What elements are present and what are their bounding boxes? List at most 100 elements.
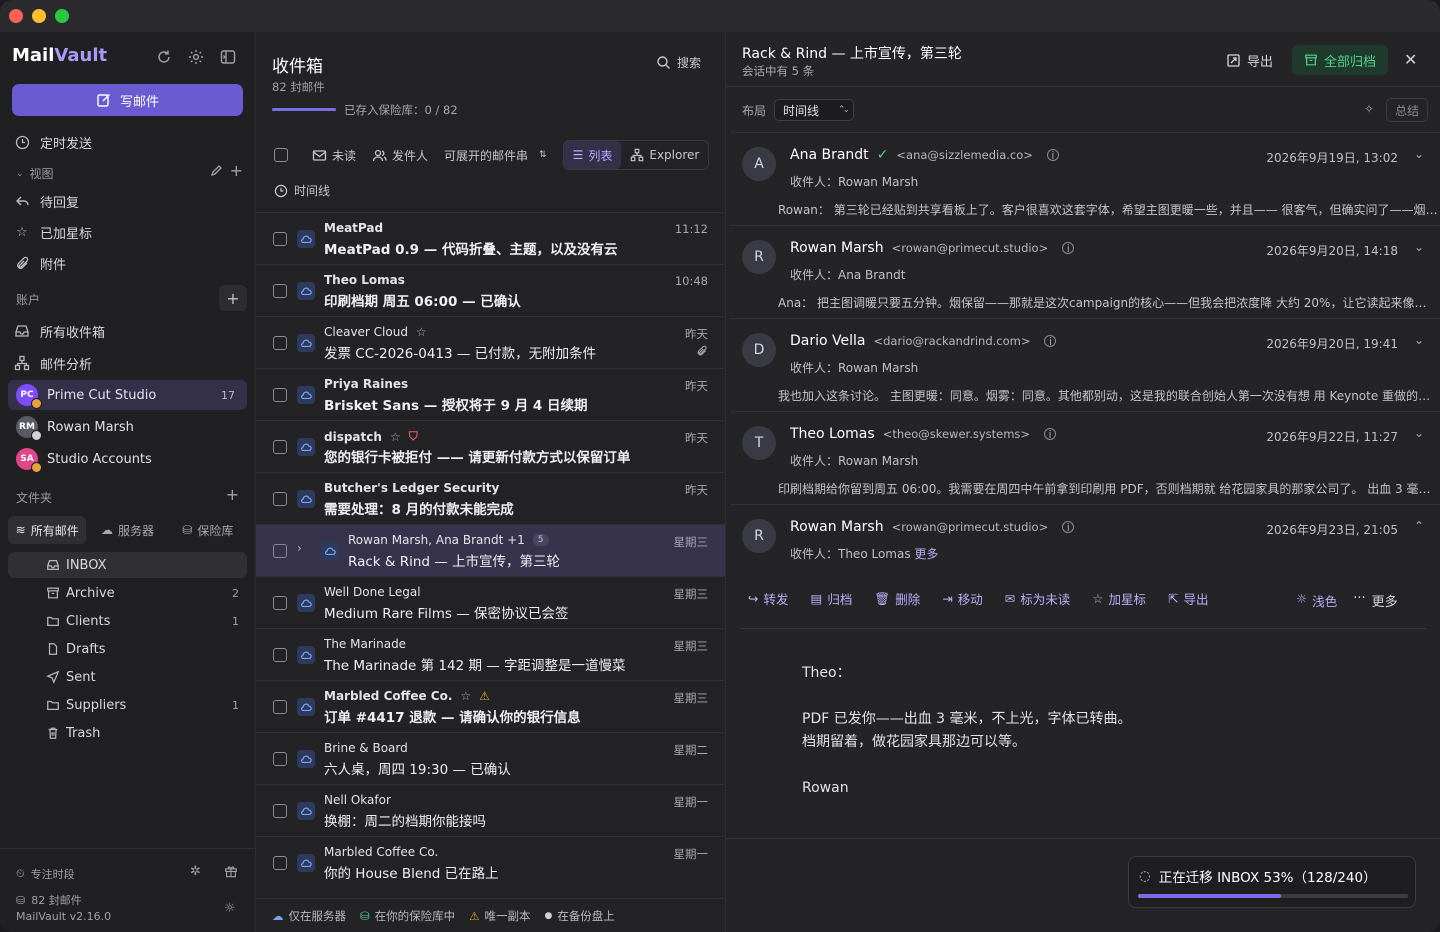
folder-trash[interactable]: Trash <box>8 720 247 746</box>
info-icon[interactable]: i <box>1046 149 1059 162</box>
list-item[interactable]: The Marinade The Marinade 第 142 期 — 字距调整是… <box>256 628 725 680</box>
list-item[interactable]: Well Done Legal Medium Rare Films — 保密协议已… <box>256 576 725 628</box>
star-icon[interactable]: ☆ <box>460 689 471 703</box>
all-inboxes[interactable]: 所有收件箱 <box>14 319 105 343</box>
row-checkbox[interactable] <box>273 440 287 454</box>
filter-unread[interactable]: 未读 <box>304 141 364 169</box>
chevron-up-icon[interactable]: ⌃ <box>1414 519 1424 533</box>
tab-server[interactable]: ☁ 服务器 <box>88 516 166 544</box>
row-checkbox[interactable] <box>273 492 287 506</box>
row-checkbox[interactable] <box>273 856 287 870</box>
message-header-5[interactable]: R Rowan Marsh <rowan@primecut.studio> i 收件… <box>730 504 1440 584</box>
compose-button[interactable]: 写邮件 <box>12 84 243 116</box>
close-icon[interactable]: ✕ <box>1404 50 1417 69</box>
archive-all-button[interactable]: 全部归档 <box>1292 45 1388 75</box>
more-recipients-link[interactable]: 更多 <box>914 547 938 561</box>
theme-toggle[interactable]: ☼ 浅色 <box>1296 591 1337 610</box>
add-view-icon[interactable]: + <box>230 161 243 180</box>
more-button[interactable]: ··· 更多 <box>1353 591 1397 610</box>
refresh-icon[interactable] <box>155 48 173 66</box>
chevron-down-icon[interactable]: ⌄ <box>1414 426 1424 440</box>
view-attachments[interactable]: 附件 <box>14 251 66 275</box>
scheduled-send[interactable]: 定时发送 <box>14 130 92 154</box>
select-all-checkbox[interactable] <box>272 141 296 169</box>
message-header-4[interactable]: T Theo Lomas <theo@skewer.systems> i 收件人：R… <box>730 411 1440 503</box>
add-account-button[interactable]: + <box>219 285 247 311</box>
info-icon[interactable]: i <box>1062 521 1075 534</box>
move-button[interactable]: ⇥ 移动 <box>942 589 983 608</box>
edit-views-icon[interactable] <box>209 163 224 178</box>
list-item[interactable]: Priya Raines Brisket Sans — 授权将于 9 月 4 日续… <box>256 368 725 420</box>
timeline-toggle[interactable]: 时间线 <box>274 182 330 199</box>
filter-expandable-threads[interactable]: 可展开的邮件串 ⇅ <box>436 141 555 169</box>
sparkle-icon[interactable]: ✧ <box>1364 102 1374 116</box>
chevron-down-icon[interactable]: ⌄ <box>1414 240 1424 254</box>
row-checkbox[interactable] <box>273 388 287 402</box>
chevron-right-icon[interactable]: › <box>297 541 302 555</box>
mark-unread-button[interactable]: ✉ 标为未读 <box>1005 589 1071 608</box>
row-checkbox[interactable] <box>273 700 287 714</box>
account-prime-cut-studio[interactable]: PC Prime Cut Studio 17 <box>8 380 247 410</box>
chevron-down-icon[interactable]: ⌄ <box>1414 147 1424 161</box>
list-item[interactable]: Brine & Board 六人桌，周四 19:30 — 已确认 星期二 <box>256 732 725 784</box>
view-explorer-button[interactable]: Explorer <box>621 141 708 169</box>
chevron-down-icon[interactable]: ⌄ <box>1414 333 1424 347</box>
info-icon[interactable]: i <box>1062 242 1075 255</box>
folder-clients[interactable]: Clients 1 <box>8 608 247 634</box>
info-icon[interactable]: i <box>1044 335 1057 348</box>
folder-drafts[interactable]: Drafts <box>8 636 247 662</box>
export-thread-button[interactable]: 导出 <box>1226 51 1273 70</box>
folder-suppliers[interactable]: Suppliers 1 <box>8 692 247 718</box>
delete-button[interactable]: 🗑︎ 删除 <box>874 589 920 608</box>
list-item[interactable]: Theo Lomas 印刷档期 周五 06:00 — 已确认 10:48 <box>256 264 725 316</box>
list-item[interactable]: Marbled Coffee Co. 你的 House Blend 已在路上 星期一 <box>256 836 725 888</box>
list-item[interactable]: Butcher's Ledger Security 需要处理：8 月的付款未能完成… <box>256 472 725 524</box>
row-checkbox[interactable] <box>273 544 287 558</box>
close-window-button[interactable] <box>9 9 23 23</box>
bug-icon[interactable]: ✲ <box>190 864 201 879</box>
forward-button[interactable]: ↪ 转发 <box>748 589 789 608</box>
views-section-header[interactable]: ⌄ 视图 <box>16 165 54 182</box>
view-list-button[interactable]: ☰ 列表 <box>563 141 622 169</box>
message-header-1[interactable]: A Ana Brandt ✓ <ana@sizzlemedia.co> i 收件人：R… <box>730 132 1440 224</box>
layout-select[interactable]: 时间线 <box>774 99 854 121</box>
archive-button[interactable]: ▤ 归档 <box>811 589 853 608</box>
list-item[interactable]: MeatPad MeatPad 0.9 — 代码折叠、主题，以及没有云 11:12 <box>256 212 725 264</box>
list-item[interactable]: dispatch ☆ ⛉ 您的银行卡被拒付 —— 请更新付款方式以保留订单 昨天 <box>256 420 725 472</box>
view-awaiting-reply[interactable]: 待回复 <box>14 189 79 213</box>
list-item[interactable]: › Rowan Marsh, Ana Brandt +1 5 Rack & Rind … <box>256 524 725 576</box>
filter-sender[interactable]: 发件人 <box>364 141 436 169</box>
tab-all-mail[interactable]: ≋ 所有邮件 <box>8 516 87 544</box>
sidebar-toggle-icon[interactable] <box>219 48 237 66</box>
minimize-window-button[interactable] <box>32 9 46 23</box>
export-button[interactable]: ⇱ 导出 <box>1168 589 1209 608</box>
star-icon[interactable]: ☆ <box>416 325 427 339</box>
gift-icon[interactable] <box>224 864 238 878</box>
gear-icon[interactable] <box>187 48 205 66</box>
message-header-3[interactable]: D Dario Vella <dario@rackandrind.com> i 收件… <box>730 318 1440 410</box>
folder-inbox[interactable]: INBOX <box>8 552 247 578</box>
search-button[interactable]: 搜索 <box>656 54 701 71</box>
sun-icon[interactable]: ☼ <box>224 901 236 916</box>
view-starred[interactable]: ☆ 已加星标 <box>14 220 92 244</box>
list-item[interactable]: Cleaver Cloud ☆ 发票 CC-2026-0413 — 已付款，无附加条… <box>256 316 725 368</box>
row-checkbox[interactable] <box>273 752 287 766</box>
row-checkbox[interactable] <box>273 232 287 246</box>
row-checkbox[interactable] <box>273 284 287 298</box>
star-icon[interactable]: ☆ <box>390 430 401 444</box>
folder-sent[interactable]: Sent <box>8 664 247 690</box>
row-checkbox[interactable] <box>273 596 287 610</box>
row-checkbox[interactable] <box>273 648 287 662</box>
mail-analytics[interactable]: 邮件分析 <box>14 351 92 375</box>
tab-vault[interactable]: ⛁ 保险库 <box>169 516 247 544</box>
account-rowan-marsh[interactable]: RM Rowan Marsh <box>8 412 247 442</box>
summary-button[interactable]: 总结 <box>1386 98 1428 122</box>
row-checkbox[interactable] <box>273 804 287 818</box>
account-studio-accounts[interactable]: SA Studio Accounts <box>8 444 247 474</box>
add-folder-icon[interactable]: + <box>226 485 239 504</box>
focus-time[interactable]: ⏲ 专注时段 <box>16 866 75 882</box>
list-item[interactable]: Marbled Coffee Co. ☆ ⚠ 订单 #4417 退款 — 请确认你的银… <box>256 680 725 732</box>
row-checkbox[interactable] <box>273 336 287 350</box>
folder-archive[interactable]: Archive 2 <box>8 580 247 606</box>
info-icon[interactable]: i <box>1044 428 1057 441</box>
